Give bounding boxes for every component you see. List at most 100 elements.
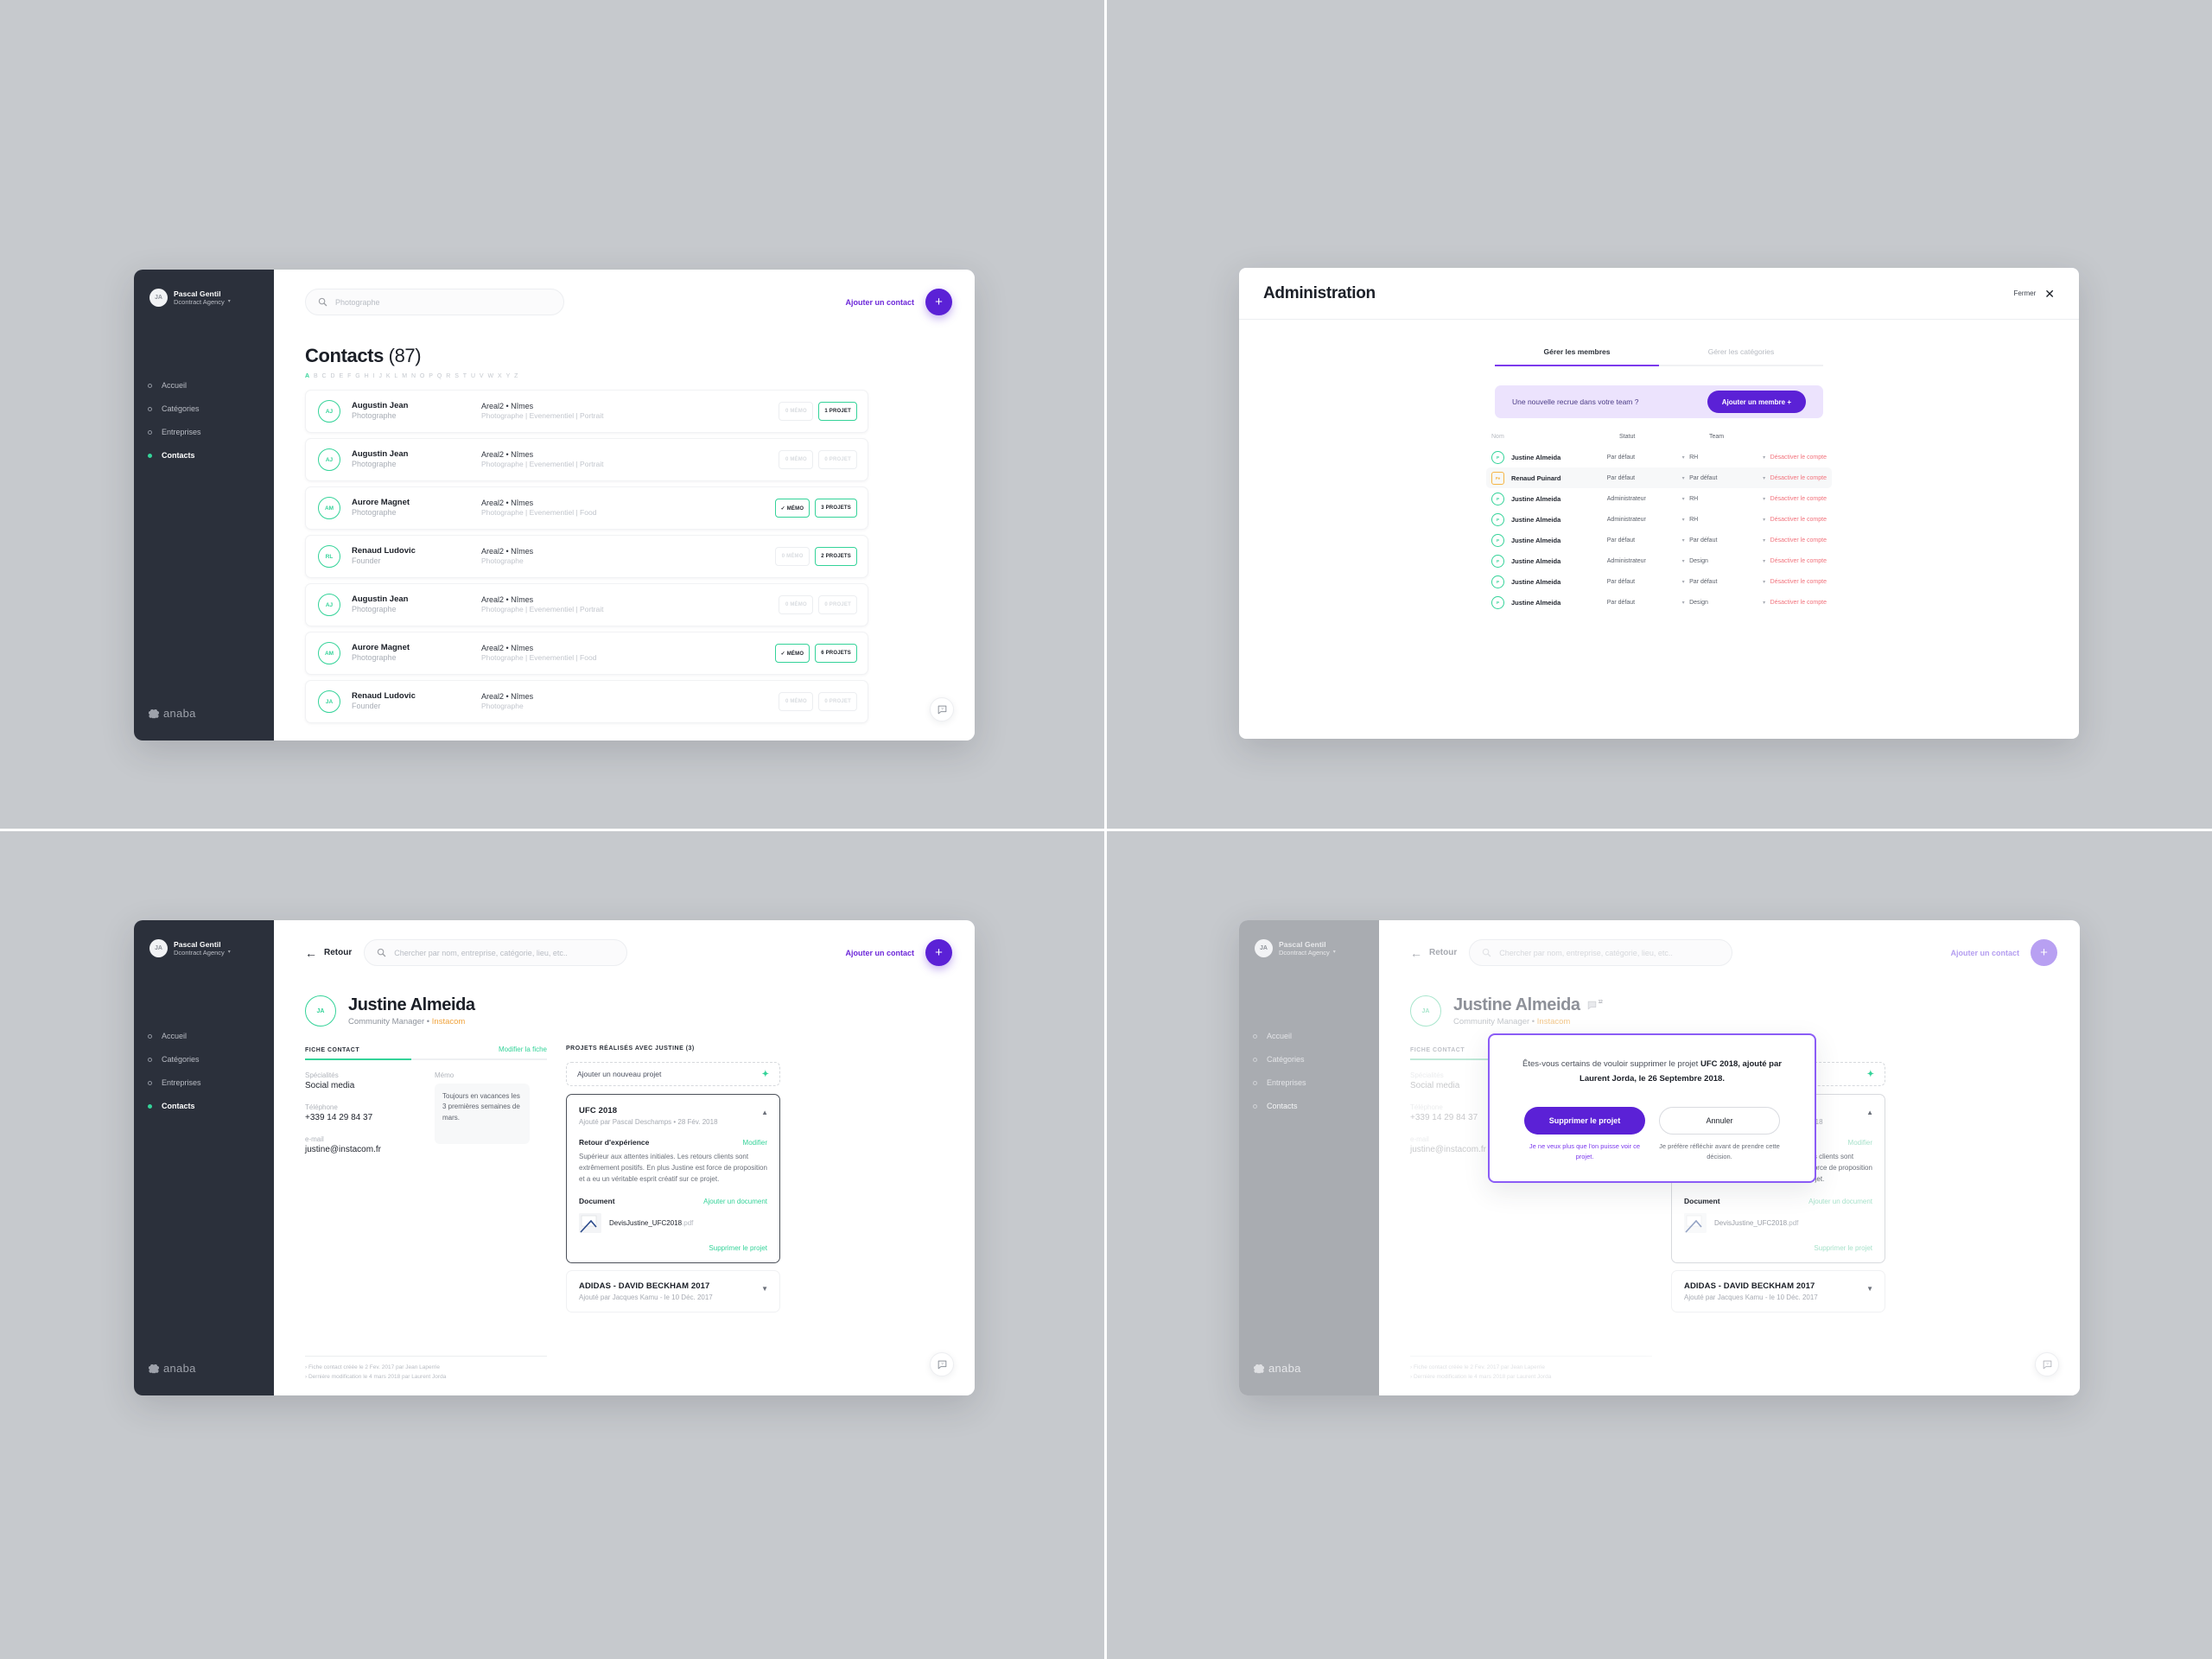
projects-badge[interactable]: 3 PROJETS bbox=[815, 499, 857, 518]
add-member-button[interactable]: Ajouter un membre + bbox=[1707, 391, 1806, 413]
add-document-link[interactable]: Ajouter un document bbox=[1808, 1198, 1872, 1205]
chevron-down-icon[interactable]: ▾ bbox=[1677, 475, 1689, 481]
memo-badge[interactable]: ✓ MÉMO bbox=[774, 644, 810, 663]
deactivate-account-link[interactable]: Désactiver le compte bbox=[1770, 600, 1827, 606]
alphabet-letter-b[interactable]: B bbox=[314, 373, 318, 379]
sidebar-item-contacts[interactable]: Contacts bbox=[134, 1102, 274, 1110]
projects-badge[interactable]: 6 PROJETS bbox=[815, 644, 857, 663]
chevron-down-icon[interactable]: ▾ bbox=[1677, 579, 1689, 585]
sidebar-item-categories[interactable]: Catégories bbox=[1239, 1055, 1379, 1064]
confirm-delete-button[interactable]: Supprimer le projet bbox=[1524, 1107, 1645, 1135]
alphabet-letter-t[interactable]: T bbox=[463, 373, 467, 379]
member-row[interactable]: P Justine Almeida Par défaut ▾ Par défaut ▾ Dé… bbox=[1486, 571, 1832, 592]
sidebar-item-categories[interactable]: Catégories bbox=[134, 1055, 274, 1064]
deactivate-account-link[interactable]: Désactiver le compte bbox=[1770, 558, 1827, 564]
memo-badge[interactable]: 0 MÉMO bbox=[779, 402, 814, 421]
member-row[interactable]: P Justine Almeida Par défaut ▾ Par défaut ▾ Dé… bbox=[1486, 530, 1832, 550]
member-row[interactable]: P Justine Almeida Administrateur ▾ RH ▾ Désact… bbox=[1486, 509, 1832, 530]
member-row[interactable]: Pe Renaud Puinard Par défaut ▾ Par défaut ▾ Dé… bbox=[1486, 467, 1832, 488]
back-button[interactable]: ← Retour bbox=[1410, 947, 1457, 959]
contact-row[interactable]: AJ Augustin Jean Photographe Areal2 • Nîmes… bbox=[305, 583, 868, 626]
sidebar-item-entreprises[interactable]: Entreprises bbox=[134, 428, 274, 436]
alphabet-letter-k[interactable]: K bbox=[386, 373, 391, 379]
contact-row[interactable]: AM Aurore Magnet Photographe Areal2 • Nîmes… bbox=[305, 632, 868, 675]
chevron-down-icon[interactable]: ▾ bbox=[1758, 454, 1770, 461]
memo-badge[interactable]: 0 MÉMO bbox=[779, 692, 814, 711]
add-contact-link[interactable]: Ajouter un contact bbox=[845, 949, 914, 957]
projects-badge[interactable]: 1 PROJET bbox=[818, 402, 857, 421]
sidebar-user[interactable]: JA Pascal Gentil Dcontract Agency ▾ bbox=[134, 289, 274, 307]
add-contact-fab-button[interactable]: + bbox=[925, 939, 952, 966]
alphabet-letter-n[interactable]: N bbox=[411, 373, 416, 379]
member-row[interactable]: P Justine Almeida Par défaut ▾ RH ▾ Désactiver… bbox=[1486, 447, 1832, 467]
alphabet-letter-u[interactable]: U bbox=[471, 373, 475, 379]
alphabet-letter-l[interactable]: L bbox=[394, 373, 397, 379]
deactivate-account-link[interactable]: Désactiver le compte bbox=[1770, 496, 1827, 502]
search-input[interactable]: Photographe bbox=[305, 289, 564, 315]
contact-company[interactable]: Instacom bbox=[432, 1017, 466, 1027]
alphabet-letter-v[interactable]: V bbox=[480, 373, 484, 379]
memo-box[interactable]: Toujours en vacances les 3 premières sem… bbox=[435, 1084, 530, 1144]
chevron-down-icon[interactable]: ▾ bbox=[1758, 558, 1770, 564]
alphabet-letter-g[interactable]: G bbox=[355, 373, 360, 379]
memo-badge[interactable]: 0 MÉMO bbox=[779, 595, 814, 614]
field-value[interactable]: justine@instacom.fr bbox=[305, 1145, 416, 1154]
chevron-up-icon[interactable]: ▲ bbox=[761, 1109, 768, 1116]
alphabet-letter-o[interactable]: O bbox=[420, 373, 425, 379]
back-button[interactable]: ← Retour bbox=[305, 947, 352, 959]
chevron-down-icon[interactable]: ▾ bbox=[1677, 558, 1689, 564]
chevron-down-icon[interactable]: ▾ bbox=[1758, 600, 1770, 606]
sidebar-user[interactable]: JA Pascal Gentil Dcontract Agency ▾ bbox=[1239, 939, 1379, 957]
chevron-down-icon[interactable]: ▾ bbox=[1677, 600, 1689, 606]
memo-badge[interactable]: 0 MÉMO bbox=[775, 547, 810, 566]
member-row[interactable]: P Justine Almeida Par défaut ▾ Design ▾ Désact… bbox=[1486, 592, 1832, 613]
alphabet-letter-a[interactable]: A bbox=[305, 373, 309, 379]
add-contact-link[interactable]: Ajouter un contact bbox=[1950, 949, 2019, 957]
alphabet-letter-j[interactable]: J bbox=[378, 373, 382, 379]
cancel-button[interactable]: Annuler bbox=[1659, 1107, 1780, 1135]
sidebar-item-accueil[interactable]: Accueil bbox=[134, 381, 274, 390]
chevron-down-icon[interactable]: ▼ bbox=[1866, 1285, 1873, 1293]
chevron-down-icon[interactable]: ▾ bbox=[1677, 496, 1689, 502]
contact-row[interactable]: AM Aurore Magnet Photographe Areal2 • Nîmes… bbox=[305, 486, 868, 530]
add-project-button[interactable]: Ajouter un nouveau projet ✦ bbox=[566, 1062, 780, 1086]
sidebar-user[interactable]: JA Pascal Gentil Dcontract Agency ▾ bbox=[134, 939, 274, 957]
alphabet-letter-h[interactable]: H bbox=[365, 373, 369, 379]
edit-feedback-link[interactable]: Modifier bbox=[743, 1139, 767, 1147]
alphabet-letter-w[interactable]: W bbox=[488, 373, 494, 379]
alphabet-letter-f[interactable]: F bbox=[347, 373, 352, 379]
add-contact-fab-button[interactable]: + bbox=[2031, 939, 2057, 966]
chevron-down-icon[interactable]: ▾ bbox=[1758, 475, 1770, 481]
edit-feedback-link[interactable]: Modifier bbox=[1848, 1139, 1872, 1147]
alphabet-letter-y[interactable]: Y bbox=[506, 373, 511, 379]
tab-gerer-les-categories[interactable]: Gérer les catégories bbox=[1659, 347, 1823, 366]
alphabet-letter-r[interactable]: R bbox=[446, 373, 450, 379]
member-row[interactable]: P Justine Almeida Administrateur ▾ Design ▾ Dé… bbox=[1486, 550, 1832, 571]
edit-fiche-link[interactable]: Modifier la fiche bbox=[499, 1046, 547, 1053]
sidebar-item-contacts[interactable]: Contacts bbox=[134, 451, 274, 460]
contact-row[interactable]: AJ Augustin Jean Photographe Areal2 • Nîmes… bbox=[305, 438, 868, 481]
deactivate-account-link[interactable]: Désactiver le compte bbox=[1770, 579, 1827, 585]
memo-badge[interactable]: 0 MÉMO bbox=[779, 450, 814, 469]
alphabet-letter-i[interactable]: I bbox=[373, 373, 375, 379]
alphabet-letter-x[interactable]: X bbox=[498, 373, 502, 379]
memo-badge[interactable]: ✓ MÉMO bbox=[774, 499, 810, 518]
deactivate-account-link[interactable]: Désactiver le compte bbox=[1770, 475, 1827, 481]
sidebar-item-accueil[interactable]: Accueil bbox=[134, 1032, 274, 1040]
document-row[interactable]: DevisJustine_UFC2018.pdf bbox=[579, 1213, 767, 1234]
chevron-down-icon[interactable]: ▾ bbox=[1677, 517, 1689, 523]
chevron-down-icon[interactable]: ▾ bbox=[228, 950, 231, 957]
sidebar-item-categories[interactable]: Catégories bbox=[134, 404, 274, 413]
projects-badge[interactable]: 0 PROJET bbox=[818, 692, 857, 711]
alphabet-letter-s[interactable]: S bbox=[454, 373, 459, 379]
help-chat-button[interactable]: ? bbox=[2035, 1352, 2059, 1376]
chevron-down-icon[interactable]: ▼ bbox=[761, 1285, 768, 1293]
project-card-adidas[interactable]: ▼ ADIDAS - DAVID BECKHAM 2017 Ajouté par… bbox=[1671, 1270, 1885, 1313]
chevron-down-icon[interactable]: ▾ bbox=[228, 299, 231, 306]
tab-gerer-les-membres[interactable]: Gérer les membres bbox=[1495, 347, 1659, 366]
sidebar-item-contacts[interactable]: Contacts bbox=[1239, 1102, 1379, 1110]
help-chat-button[interactable]: ? bbox=[930, 697, 954, 721]
search-input[interactable]: Chercher par nom, entreprise, catégorie,… bbox=[364, 939, 628, 966]
close-administration-button[interactable]: Fermer ✕ bbox=[2013, 288, 2055, 300]
projects-badge[interactable]: 0 PROJET bbox=[818, 450, 857, 469]
